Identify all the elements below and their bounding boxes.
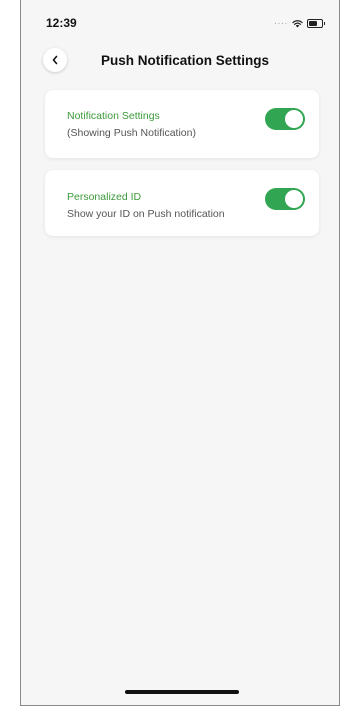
status-time: 12:39	[46, 16, 77, 30]
status-icons: ····	[274, 18, 325, 28]
status-bar: 12:39 ····	[21, 0, 339, 44]
page-title: Push Notification Settings	[100, 53, 269, 68]
cellular-signal-icon: ····	[274, 18, 288, 28]
personalized-id-subtitle: Show your ID on Push notification	[67, 208, 225, 220]
battery-icon	[307, 18, 325, 28]
header: Push Notification Settings	[21, 44, 339, 78]
toggle-knob	[285, 190, 303, 208]
toggle-knob	[285, 110, 303, 128]
notification-settings-title: Notification Settings	[67, 110, 160, 122]
notification-settings-toggle[interactable]	[265, 108, 305, 130]
personalized-id-toggle[interactable]	[265, 188, 305, 210]
notification-settings-card: Notification Settings (Showing Push Noti…	[45, 90, 319, 158]
personalized-id-title: Personalized ID	[67, 191, 142, 203]
notification-settings-subtitle: (Showing Push Notification)	[67, 127, 196, 139]
home-indicator	[125, 690, 239, 694]
phone-screen: 12:39 ···· Push Notification Settings No…	[20, 0, 340, 706]
wifi-icon	[292, 19, 303, 27]
personalized-id-card: Personalized ID Show your ID on Push not…	[45, 170, 319, 236]
